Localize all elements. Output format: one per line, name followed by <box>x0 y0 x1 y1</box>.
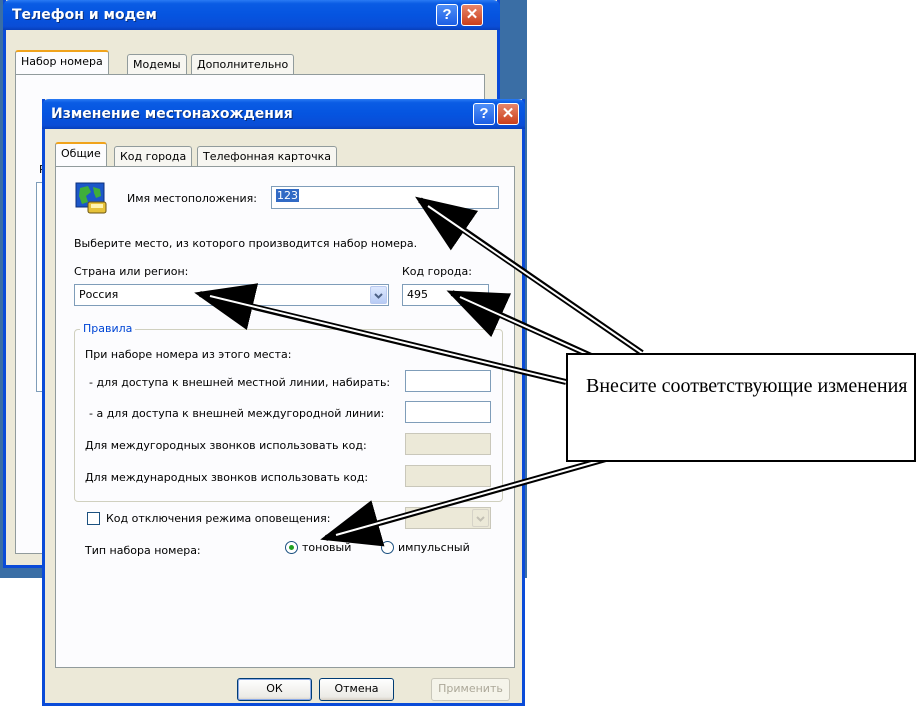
callout-text: Внесите соответствующие изменения <box>586 375 908 397</box>
tab-dialing-rules[interactable]: Набор номера <box>15 50 109 74</box>
tab-general[interactable]: Общие <box>55 142 107 166</box>
annotation-callout: Внесите соответствующие изменения <box>566 353 916 462</box>
